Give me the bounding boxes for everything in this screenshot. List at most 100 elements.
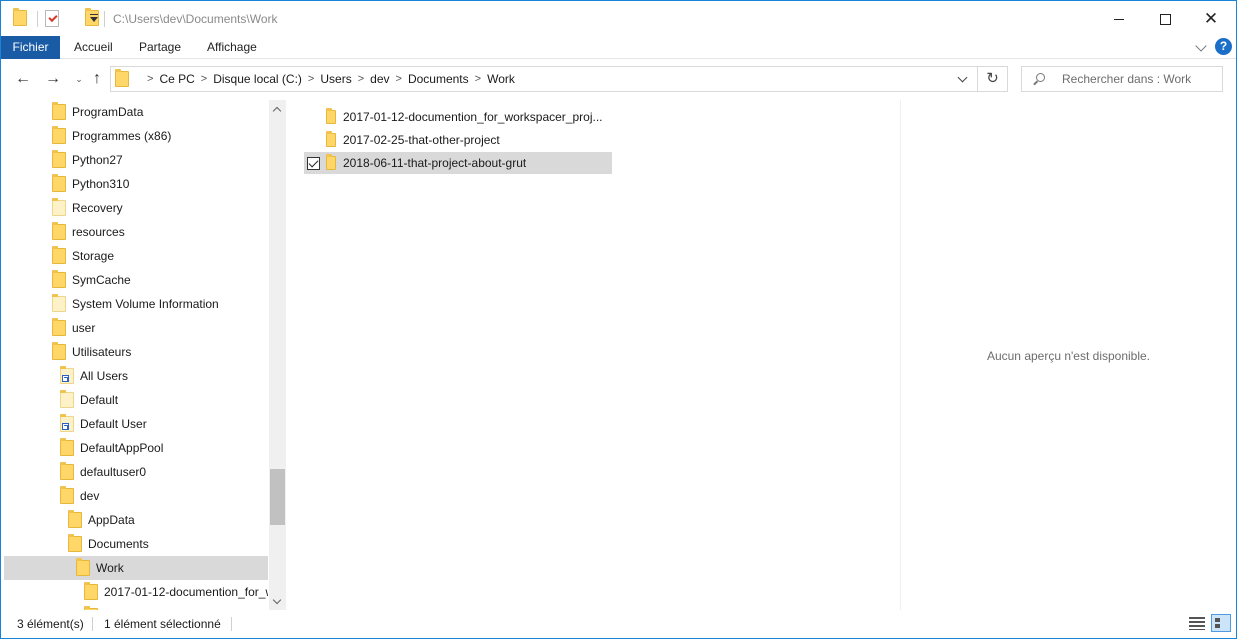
tab-affichage[interactable]: Affichage — [197, 36, 267, 59]
forward-button[interactable]: → — [42, 67, 64, 91]
folder-icon — [326, 131, 336, 147]
divider — [37, 11, 38, 27]
large-icons-view-icon[interactable] — [1211, 614, 1231, 632]
list-item-label: 2018-06-11-that-project-about-grut — [343, 156, 527, 170]
tree-item[interactable]: Python27 — [4, 148, 268, 172]
folder-icon — [68, 510, 82, 528]
folder-icon — [84, 582, 98, 600]
up-button[interactable]: ↑ — [86, 67, 108, 91]
help-icon[interactable]: ? — [1215, 38, 1232, 55]
breadcrumb-separator-icon[interactable]: > — [201, 73, 207, 85]
tree-item[interactable]: Default User — [4, 412, 268, 436]
breadcrumb-item[interactable]: Ce PC — [159, 72, 194, 86]
tree-item[interactable]: Storage — [4, 244, 268, 268]
tree-item[interactable] — [4, 604, 268, 610]
tree-item[interactable]: Work — [4, 556, 268, 580]
tree-item[interactable]: user — [4, 316, 268, 340]
divider — [92, 617, 93, 631]
folder-icon — [76, 558, 90, 576]
window-title: C:\Users\dev\Documents\Work — [113, 12, 278, 26]
list-item[interactable]: 2017-02-25-that-other-project — [304, 129, 612, 151]
minimize-button[interactable] — [1096, 1, 1142, 37]
tree-item[interactable]: Default — [4, 388, 268, 412]
back-button[interactable]: ← — [12, 67, 34, 91]
tree-item[interactable]: Programmes (x86) — [4, 124, 268, 148]
breadcrumb-separator-icon[interactable]: > — [396, 73, 402, 85]
list-item[interactable]: 2017-01-12-documention_for_workspacer_pr… — [304, 106, 612, 128]
tree-item-label: All Users — [80, 369, 129, 383]
tree-item[interactable]: 2017-01-12-documention_for_workspacer_pr… — [4, 580, 268, 604]
tree-item[interactable]: Python310 — [4, 172, 268, 196]
tree-item[interactable]: SymCache — [4, 268, 268, 292]
folder-icon — [52, 246, 66, 264]
tree-item-label: defaultuser0 — [80, 465, 147, 479]
item-count: 3 élément(s) — [17, 617, 84, 631]
title-bar: C:\Users\dev\Documents\Work ✕ — [1, 1, 1236, 37]
tree-item[interactable]: DefaultAppPool — [4, 436, 268, 460]
tree-item[interactable]: AppData — [4, 508, 268, 532]
folder-shortcut-icon — [60, 366, 74, 384]
breadcrumb-item[interactable]: dev — [370, 72, 389, 86]
folder-icon — [13, 8, 27, 26]
tree-item[interactable]: Utilisateurs — [4, 340, 268, 364]
refresh-button[interactable]: ↻ — [978, 66, 1008, 92]
tree-item-label: Python310 — [72, 177, 130, 191]
folder-icon — [60, 438, 74, 456]
breadcrumb-separator-icon[interactable]: > — [358, 73, 364, 85]
tree-item[interactable]: dev — [4, 484, 268, 508]
close-button[interactable]: ✕ — [1188, 1, 1234, 37]
maximize-button[interactable] — [1142, 1, 1188, 37]
navigation-bar: ← → ⌄ ↑ > Ce PC > Disque local (C:) > Users > d… — [1, 60, 1236, 98]
properties-icon[interactable] — [45, 10, 59, 27]
tree-item-label: Utilisateurs — [72, 345, 132, 359]
folder-icon — [52, 198, 66, 216]
tree-item[interactable]: defaultuser0 — [4, 460, 268, 484]
folder-shortcut-icon — [60, 414, 74, 432]
breadcrumb-separator-icon[interactable]: > — [475, 73, 481, 85]
breadcrumb-item[interactable]: Users — [320, 72, 351, 86]
navigation-pane-scrollbar[interactable] — [269, 100, 286, 610]
tree-item-label: AppData — [88, 513, 135, 527]
tab-partage[interactable]: Partage — [129, 36, 191, 59]
search-input[interactable]: Rechercher dans : Work — [1062, 72, 1191, 86]
breadcrumb-separator-icon[interactable]: > — [147, 73, 153, 85]
search-box[interactable]: Rechercher dans : Work — [1021, 66, 1223, 92]
address-history-dropdown-icon[interactable] — [957, 72, 968, 83]
navigation-pane: ProgramData Programmes (x86) Python27 Pytho… — [1, 100, 288, 610]
scroll-up-arrow-icon[interactable] — [272, 106, 282, 116]
tree-item-label: Recovery — [72, 201, 123, 215]
expand-ribbon-chevron-icon[interactable] — [1195, 40, 1207, 52]
tree-item[interactable]: Recovery — [4, 196, 268, 220]
select-checkbox[interactable] — [307, 156, 320, 170]
details-view-icon[interactable] — [1189, 616, 1205, 630]
tree-item[interactable]: System Volume Information — [4, 292, 268, 316]
scroll-down-arrow-icon[interactable] — [272, 595, 282, 605]
folder-icon — [68, 534, 82, 552]
tree-item-label: ProgramData — [72, 105, 144, 119]
list-item[interactable]: 2018-06-11-that-project-about-grut — [304, 152, 612, 174]
scrollbar-thumb[interactable] — [270, 469, 285, 525]
folder-icon — [52, 150, 66, 168]
folder-icon — [52, 102, 66, 120]
breadcrumb-item[interactable]: Documents — [408, 72, 469, 86]
tree-item[interactable]: All Users — [4, 364, 268, 388]
customize-toolbar-dropdown-icon[interactable] — [90, 14, 98, 22]
tab-accueil[interactable]: Accueil — [64, 36, 123, 59]
tree-item-label: Default — [80, 393, 119, 407]
tab-fichier[interactable]: Fichier — [1, 36, 60, 59]
breadcrumb-item[interactable]: Disque local (C:) — [213, 72, 302, 86]
breadcrumb-item[interactable]: Work — [487, 72, 515, 86]
address-bar[interactable]: > Ce PC > Disque local (C:) > Users > dev > Docum… — [110, 66, 978, 92]
folder-icon — [115, 69, 129, 87]
preview-message: Aucun aperçu n'est disponible. — [986, 349, 1151, 363]
tree-item[interactable]: ProgramData — [4, 100, 268, 124]
tree-item-label: Documents — [88, 537, 149, 551]
tree-item-label: SymCache — [72, 273, 131, 287]
tree-item[interactable]: Documents — [4, 532, 268, 556]
search-icon — [1036, 73, 1045, 82]
folder-icon — [52, 342, 66, 360]
tree-item[interactable]: resources — [4, 220, 268, 244]
breadcrumb-separator-icon[interactable]: > — [308, 73, 314, 85]
tree-item-label: user — [72, 321, 96, 335]
folder-icon — [52, 294, 66, 312]
